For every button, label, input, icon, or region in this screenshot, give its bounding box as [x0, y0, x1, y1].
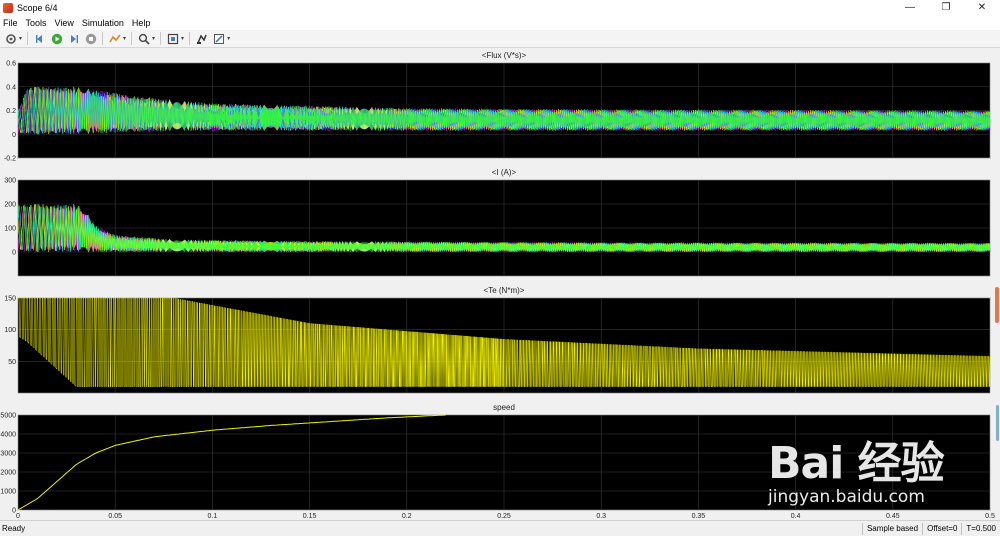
y-tick-label: 0: [12, 250, 16, 257]
y-tick-label: 50: [8, 359, 16, 366]
x-tick-label: 0.3: [596, 513, 606, 520]
panel-title: <Flux (V*s)>: [482, 51, 527, 60]
window-title: Scope 6/4: [17, 2, 58, 13]
status-ready: Ready: [2, 524, 26, 533]
menu-simulation[interactable]: Simulation: [82, 18, 124, 28]
panel-title: <Te (N*m)>: [484, 286, 525, 295]
x-tick-label: 0.35: [692, 513, 706, 520]
y-tick-label: 0.6: [6, 61, 16, 68]
toolbar-separator: [102, 32, 104, 45]
title-bar: Scope 6/4 — ❐ ✕: [0, 0, 1000, 15]
x-tick-label: 0.45: [886, 513, 900, 520]
style-dropdown-icon[interactable]: ▾: [227, 35, 230, 42]
y-tick-label: 0.2: [6, 108, 16, 115]
maximize-icon[interactable]: ❐: [928, 0, 964, 15]
style-icon[interactable]: [212, 32, 225, 45]
scope-app-icon: [3, 2, 13, 13]
settings-dropdown-icon[interactable]: ▾: [19, 35, 22, 42]
x-tick-label: 0.15: [303, 513, 317, 520]
menu-view[interactable]: View: [55, 18, 74, 28]
status-time: T=0.500: [961, 522, 1000, 535]
toolbar-separator: [189, 32, 191, 45]
fit-dropdown-icon[interactable]: ▾: [181, 35, 184, 42]
x-tick-label: 0.25: [497, 513, 511, 520]
menu-tools[interactable]: Tools: [26, 18, 47, 28]
y-tick-label: 200: [4, 202, 16, 209]
x-tick-label: 0.05: [108, 513, 122, 520]
toolbar: ▾ ▾ ▾ ▾ ▾: [0, 30, 1000, 48]
menu-bar: File Tools View Simulation Help: [0, 15, 1000, 30]
y-tick-label: 100: [4, 327, 16, 334]
y-tick-label: 100: [4, 226, 16, 233]
toolbar-separator: [131, 32, 133, 45]
y-tick-label: -0.2: [4, 156, 16, 163]
x-tick-label: 0.1: [208, 513, 218, 520]
y-tick-label: 0.4: [6, 84, 16, 91]
panel-title: speed: [493, 403, 515, 412]
highlight-icon[interactable]: [108, 32, 121, 45]
y-tick-label: 1000: [0, 489, 16, 496]
y-tick-label: 300: [4, 178, 16, 185]
y-tick-label: 4000: [0, 432, 16, 439]
status-offset: Offset=0: [922, 522, 961, 535]
x-tick-label: 0.5: [985, 513, 995, 520]
menu-file[interactable]: File: [3, 18, 18, 28]
toolbar-separator: [160, 32, 162, 45]
settings-icon[interactable]: [4, 32, 17, 45]
y-tick-label: 0: [12, 132, 16, 139]
status-bar: Ready Sample based Offset=0 T=0.500: [0, 520, 1000, 536]
close-icon[interactable]: ✕: [964, 0, 1000, 15]
run-icon[interactable]: [50, 32, 63, 45]
scrollbar-marker[interactable]: [995, 287, 999, 323]
scope-figure[interactable]: <Flux (V*s)> 0.6 0.4 0.2 0 -0.2 <I (A)> 300 200 1…: [0, 49, 1000, 520]
zoom-dropdown-icon[interactable]: ▾: [152, 35, 155, 42]
y-tick-label: 3000: [0, 451, 16, 458]
pan-icon[interactable]: [195, 32, 208, 45]
minimize-icon[interactable]: —: [892, 0, 928, 15]
step-back-icon[interactable]: [33, 32, 46, 45]
window-controls: — ❐ ✕: [892, 0, 1000, 15]
status-sample-mode: Sample based: [861, 522, 922, 535]
scope-plot-area: <Flux (V*s)> 0.6 0.4 0.2 0 -0.2 <I (A)> 300 200 1…: [0, 49, 1000, 520]
highlight-dropdown-icon[interactable]: ▾: [123, 35, 126, 42]
scrollbar-marker[interactable]: [996, 405, 999, 441]
y-tick-label: 2000: [0, 470, 16, 477]
step-forward-icon[interactable]: [67, 32, 80, 45]
x-tick-label: 0.2: [402, 513, 412, 520]
y-tick-label: 150: [4, 296, 16, 303]
x-tick-label: 0: [16, 513, 20, 520]
stop-icon[interactable]: [84, 32, 97, 45]
panel-title: <I (A)>: [492, 168, 517, 177]
y-tick-label: 5000: [0, 413, 16, 420]
zoom-icon[interactable]: [137, 32, 150, 45]
toolbar-separator: [27, 32, 29, 45]
x-tick-label: 0.4: [791, 513, 801, 520]
fit-icon[interactable]: [166, 32, 179, 45]
menu-help[interactable]: Help: [132, 18, 151, 28]
